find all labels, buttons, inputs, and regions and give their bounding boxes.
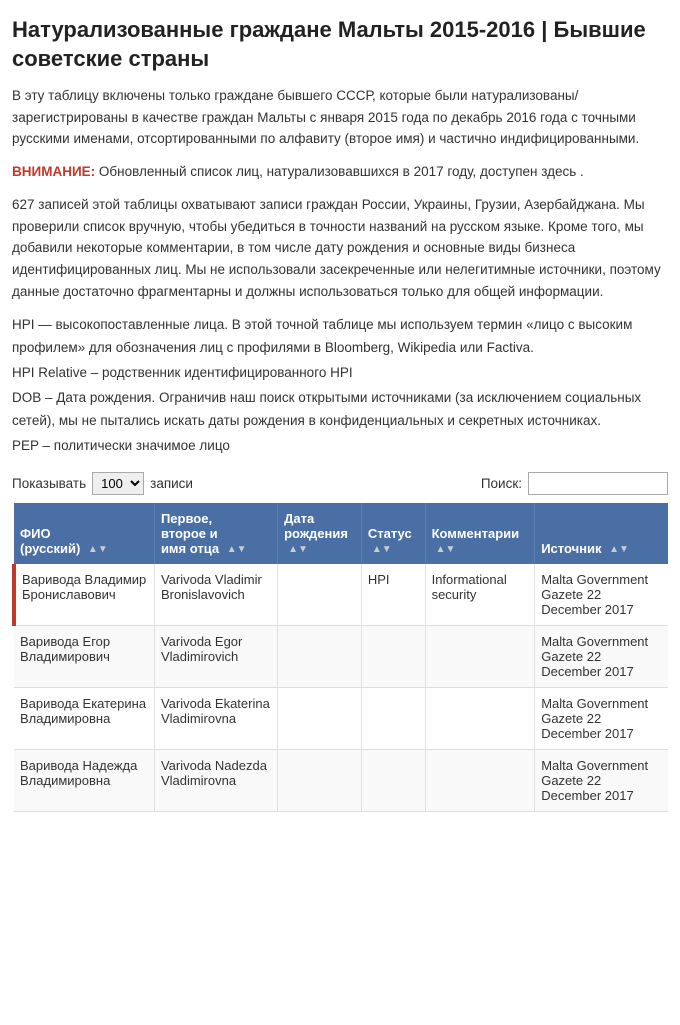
cell-name-en: Varivoda Ekaterina Vladimirovna [154, 687, 277, 749]
table-controls: Показывать 100 25 50 записи Поиск: [12, 472, 668, 495]
warning-paragraph: ВНИМАНИЕ: Обновленный список лиц, натура… [12, 162, 668, 182]
table-row: Варивода Егор ВладимировичVarivoda Egor … [14, 625, 668, 687]
cell-comments [425, 749, 535, 811]
cell-source: Malta Government Gazete 22 December 2017 [535, 749, 668, 811]
col-name-ru[interactable]: ФИО(русский) ▲▼ [14, 503, 154, 564]
show-entries-label: Показывать [12, 476, 86, 491]
cell-name-ru: Варивода Егор Владимирович [14, 625, 154, 687]
description-paragraph: 627 записей этой таблицы охватывают запи… [12, 194, 668, 302]
data-table: ФИО(русский) ▲▼ Первое,второе иимя отца … [12, 503, 668, 812]
table-row: Варивода Владимир БрониславовичVarivoda … [14, 564, 668, 626]
cell-source: Malta Government Gazete 22 December 2017 [535, 625, 668, 687]
warning-text: Обновленный список лиц, натурализовавших… [99, 164, 584, 179]
table-header: ФИО(русский) ▲▼ Первое,второе иимя отца … [14, 503, 668, 564]
def-hpi-relative: HPI Relative – родственник идентифициров… [12, 362, 668, 385]
cell-name-ru: Варивода Надежда Владимировна [14, 749, 154, 811]
cell-name-en: Varivoda Nadezda Vladimirovna [154, 749, 277, 811]
cell-status [361, 749, 425, 811]
cell-dob [278, 564, 362, 626]
table-body: Варивода Владимир БрониславовичVarivoda … [14, 564, 668, 812]
sort-icon-name-en: ▲▼ [227, 544, 247, 555]
cell-name-ru: Варивода Владимир Брониславович [14, 564, 154, 626]
sort-icon-source: ▲▼ [609, 544, 629, 555]
cell-comments: Informational security [425, 564, 535, 626]
header-row: ФИО(русский) ▲▼ Первое,второе иимя отца … [14, 503, 668, 564]
search-input[interactable] [528, 472, 668, 495]
show-entries-select[interactable]: 100 25 50 [92, 472, 144, 495]
col-source[interactable]: Источник ▲▼ [535, 503, 668, 564]
sort-icon-dob: ▲▼ [288, 544, 308, 555]
show-entries-left: Показывать 100 25 50 записи [12, 472, 193, 495]
intro-paragraph: В эту таблицу включены только граждане б… [12, 85, 668, 150]
cell-status: HPI [361, 564, 425, 626]
show-entries-suffix: записи [150, 476, 193, 491]
page-title: Натурализованные граждане Мальты 2015-20… [12, 16, 668, 73]
warning-label: ВНИМАНИЕ: [12, 164, 95, 179]
cell-source: Malta Government Gazete 22 December 2017 [535, 564, 668, 626]
col-dob[interactable]: Датарождения ▲▼ [278, 503, 362, 564]
cell-name-en: Varivoda Vladimir Bronislavovich [154, 564, 277, 626]
cell-status [361, 625, 425, 687]
sort-icon-name-ru: ▲▼ [88, 544, 108, 555]
cell-dob [278, 687, 362, 749]
cell-comments [425, 625, 535, 687]
cell-comments [425, 687, 535, 749]
sort-icon-comments: ▲▼ [436, 544, 456, 555]
col-comments[interactable]: Комментарии ▲▼ [425, 503, 535, 564]
col-name-en[interactable]: Первое,второе иимя отца ▲▼ [154, 503, 277, 564]
def-dob: DOB – Дата рождения. Ограничив наш поиск… [12, 387, 668, 433]
def-hpi: HPI — высокопоставленные лица. В этой то… [12, 314, 668, 360]
def-pep: PEP – политически значимое лицо [12, 435, 668, 458]
table-row: Варивода Надежда ВладимировнаVarivoda Na… [14, 749, 668, 811]
search-label: Поиск: [481, 476, 522, 491]
cell-source: Malta Government Gazete 22 December 2017 [535, 687, 668, 749]
table-row: Варивода Екатерина ВладимировнаVarivoda … [14, 687, 668, 749]
search-right: Поиск: [481, 472, 668, 495]
definitions-section: HPI — высокопоставленные лица. В этой то… [12, 314, 668, 458]
cell-status [361, 687, 425, 749]
sort-icon-status: ▲▼ [372, 544, 392, 555]
cell-name-en: Varivoda Egor Vladimirovich [154, 625, 277, 687]
cell-dob [278, 625, 362, 687]
cell-name-ru: Варивода Екатерина Владимировна [14, 687, 154, 749]
cell-dob [278, 749, 362, 811]
col-status[interactable]: Статус ▲▼ [361, 503, 425, 564]
